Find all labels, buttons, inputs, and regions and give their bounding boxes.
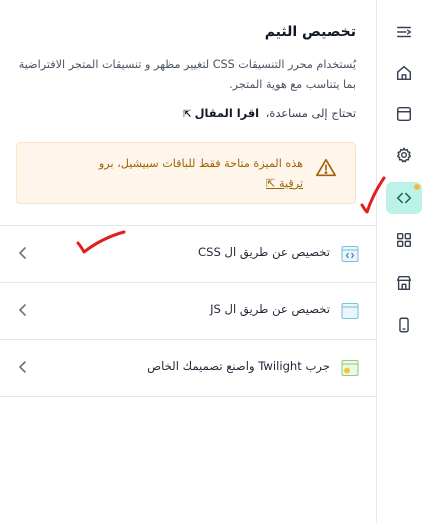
sidebar-rail <box>376 0 431 523</box>
panel-description: يُستخدام محرر التنسيقات CSS لتغيير مظهر … <box>18 58 356 91</box>
sidebar-item-browser[interactable] <box>386 98 422 130</box>
settings-icon <box>396 147 412 163</box>
notification-dot <box>414 184 420 190</box>
option-label: جرب Twilight واصنع تصميمك الخاص <box>147 359 330 373</box>
apps-grid-icon <box>396 232 412 248</box>
sidebar-item-code[interactable] <box>386 182 422 214</box>
option-label: تخصيص عن طريق ال JS <box>210 302 330 316</box>
css-code-window-icon <box>341 245 359 263</box>
external-arrow-icon: ⇱ <box>183 109 192 120</box>
help-line: تحتاج إلى مساعدة، اقرا المقال⇱ <box>16 106 356 120</box>
help-prefix: تحتاج إلى مساعدة، <box>265 106 356 120</box>
sidebar-item-settings[interactable] <box>386 139 422 171</box>
external-arrow-icon: ⇱ <box>266 177 276 190</box>
option-label: تخصيص عن طريق ال CSS <box>198 245 330 259</box>
help-article-link[interactable]: اقرا المقال⇱ <box>183 106 259 120</box>
option-twilight[interactable]: جرب Twilight واصنع تصميمك الخاص <box>0 340 376 397</box>
chevron-left-icon <box>16 301 30 319</box>
browser-icon <box>396 106 412 122</box>
sidebar-item-store[interactable] <box>386 267 422 299</box>
sidebar-item-menu[interactable] <box>386 16 422 48</box>
chevron-left-icon <box>16 244 30 262</box>
page-title: تخصيص الثيم <box>264 24 356 40</box>
store-icon <box>396 275 412 291</box>
option-css-customization[interactable]: تخصيص عن طريق ال CSS <box>0 226 376 283</box>
theme-panel: تخصيص الثيم يُستخدام محرر التنسيقات CSS … <box>0 0 376 523</box>
upgrade-link[interactable]: ترقية ⇱ <box>266 177 303 190</box>
home-icon <box>396 65 412 81</box>
chevron-left-icon <box>16 358 30 376</box>
upgrade-alert: هذه الميزة متاحة فقط للباقات سبيشيل، برو… <box>16 142 356 204</box>
alert-message-text: هذه الميزة متاحة فقط للباقات سبيشيل، برو <box>98 157 303 170</box>
sidebar-item-mobile[interactable] <box>386 309 422 341</box>
mobile-icon <box>399 317 409 333</box>
sidebar-item-apps[interactable] <box>386 224 422 256</box>
sidebar-item-home[interactable] <box>386 57 422 89</box>
code-icon <box>396 192 412 204</box>
browser-window-icon <box>341 302 359 320</box>
warning-triangle-icon <box>315 157 337 179</box>
menu-toggle-icon <box>396 26 412 38</box>
option-js-customization[interactable]: تخصيص عن طريق ال JS <box>0 283 376 340</box>
divider <box>0 396 376 397</box>
twilight-window-icon <box>341 359 359 377</box>
theme-customization-page: تخصيص الثيم يُستخدام محرر التنسيقات CSS … <box>0 0 431 523</box>
alert-message: هذه الميزة متاحة فقط للباقات سبيشيل، برو… <box>33 154 303 194</box>
